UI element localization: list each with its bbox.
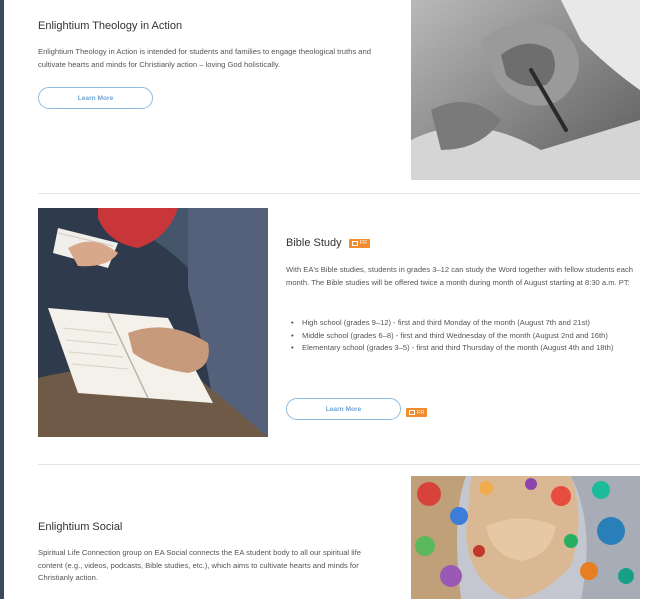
bible-study-photo (38, 208, 268, 437)
social-media-image (411, 476, 640, 599)
bible-study-description: With EA's Bible studies, students in gra… (286, 265, 634, 287)
theology-description: Enlightium Theology in Action is intende… (38, 47, 371, 69)
section-divider (38, 193, 640, 194)
translate-button-badge-label: FR (417, 409, 425, 416)
list-item: High school (grades 9–12) - first and th… (286, 317, 634, 330)
translate-badge[interactable]: FR (348, 238, 371, 248)
list-item: Middle school (grades 6–8) - first and t… (286, 330, 634, 343)
bible-study-learn-more-button[interactable]: Learn More (286, 398, 401, 420)
section-divider (38, 464, 640, 465)
bible-study-schedule-list: High school (grades 9–12) - first and th… (286, 317, 634, 355)
translate-icon (409, 410, 415, 415)
theology-learn-more-button[interactable]: Learn More (38, 87, 153, 109)
hands-painting-image (411, 0, 640, 180)
social-description: Spiritual Life Connection group on EA So… (38, 548, 361, 583)
translate-badge-label: FR (359, 240, 368, 247)
translate-button-badge[interactable]: FR (406, 408, 428, 417)
page: Enlightium Theology in Action Enlightium… (4, 0, 649, 599)
bible-study-image (38, 208, 268, 437)
list-item: Elementary school (grades 3–5) - first a… (286, 342, 634, 355)
hands-painting-photo (411, 0, 640, 180)
translate-icon (351, 240, 358, 246)
theology-title: Enlightium Theology in Action (38, 20, 183, 32)
bible-study-title: Bible Study (286, 237, 342, 249)
social-title: Enlightium Social (38, 521, 123, 533)
social-media-photo (411, 476, 640, 599)
bible-study-heading: Bible Study FR (286, 237, 371, 249)
